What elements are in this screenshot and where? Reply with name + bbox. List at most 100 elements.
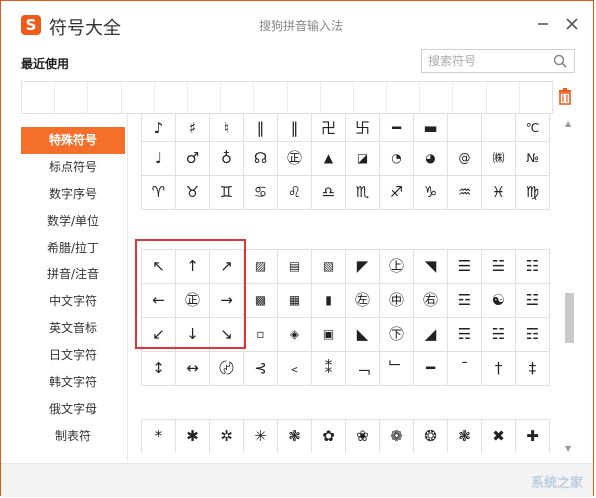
symbol-cell[interactable]: ‖ [244, 114, 278, 142]
symbol-cell[interactable]: ♓ [482, 176, 516, 210]
symbol-cell[interactable]: ♈ [142, 176, 176, 210]
recent-slot[interactable] [188, 82, 222, 113]
symbol-cell[interactable]: ▲ [312, 142, 346, 176]
symbol-cell[interactable]: ◤ [346, 250, 380, 284]
symbol-cell[interactable]: ♍ [516, 176, 550, 210]
symbol-cell[interactable]: ☲ [448, 284, 482, 318]
symbol-cell[interactable]: ‡ [516, 352, 550, 386]
symbol-cell[interactable]: ✖ [482, 420, 516, 453]
symbol-cell[interactable]: ☴ [448, 318, 482, 352]
symbol-cell[interactable]: ↔ [176, 352, 210, 386]
symbol-cell[interactable]: ㊦ [380, 318, 414, 352]
symbol-cell[interactable]: ━ [414, 352, 448, 386]
symbol-cell[interactable]: 卍 [312, 114, 346, 142]
symbol-cell[interactable]: ❀ [346, 420, 380, 453]
symbol-cell[interactable] [448, 114, 482, 142]
symbol-cell[interactable]: ✲ [210, 420, 244, 453]
scroll-down-icon[interactable]: ▼ [565, 444, 571, 453]
sidebar-item-japanese[interactable]: 日文字符 [21, 342, 125, 369]
symbol-cell[interactable]: ▮ [312, 284, 346, 318]
symbol-cell[interactable]: ☵ [482, 318, 516, 352]
symbol-cell[interactable]: ♮ [210, 114, 244, 142]
sidebar-item-pinyin[interactable]: 拼音/注音 [21, 261, 125, 288]
symbol-cell[interactable]: ♪ [142, 114, 176, 142]
recent-slot[interactable] [221, 82, 255, 113]
symbol-cell[interactable]: ☱ [482, 250, 516, 284]
symbol-cell[interactable]: ﹁ [346, 352, 380, 386]
sidebar-item-russian[interactable]: 俄文字母 [21, 396, 125, 423]
recent-slot[interactable] [254, 82, 288, 113]
symbol-cell[interactable]: ▬ [414, 114, 448, 142]
recent-slot[interactable] [453, 82, 487, 113]
symbol-cell[interactable]: ✿ [312, 420, 346, 453]
symbol-cell[interactable]: ❃ [278, 420, 312, 453]
symbol-cell[interactable]: ﹂ [380, 352, 414, 386]
symbol-cell[interactable]: ♩ [142, 142, 176, 176]
symbol-cell[interactable]: ◥ [414, 250, 448, 284]
symbol-cell[interactable]: ☶ [516, 318, 550, 352]
recent-slot[interactable] [155, 82, 188, 113]
symbol-cell[interactable]: ㊥ [380, 284, 414, 318]
symbol-cell[interactable]: № [516, 142, 550, 176]
symbol-cell[interactable]: ♐ [380, 176, 414, 210]
recent-slot[interactable] [88, 82, 122, 113]
recent-slot[interactable] [520, 82, 552, 113]
symbol-cell[interactable]: ℃ [516, 114, 550, 142]
sidebar-item-phonetic[interactable]: 英文音标 [21, 315, 125, 342]
recent-slot[interactable] [55, 82, 89, 113]
symbol-cell[interactable]: ♎ [312, 176, 346, 210]
recent-slot[interactable] [487, 82, 520, 113]
symbol-cell[interactable]: ♉ [176, 176, 210, 210]
symbol-cell[interactable]: ❂ [414, 420, 448, 453]
sidebar-item-box-drawing[interactable]: 制表符 [21, 423, 125, 450]
recent-slot[interactable] [321, 82, 354, 113]
symbol-cell[interactable]: ♊ [210, 176, 244, 210]
symbol-cell[interactable]: ◢ [414, 318, 448, 352]
symbol-cell[interactable]: 卐 [346, 114, 380, 142]
symbol-cell[interactable]: ⁑ [312, 352, 346, 386]
symbol-cell[interactable]: ↕ [142, 352, 176, 386]
symbol-cell[interactable]: ㈱ [482, 142, 516, 176]
sidebar-item-numbers[interactable]: 数字序号 [21, 181, 125, 208]
recent-slot[interactable] [22, 82, 56, 113]
symbol-cell[interactable]: ✳ [244, 420, 278, 453]
symbol-cell[interactable]: ◈ [278, 318, 312, 352]
symbol-cell[interactable]: ▧ [312, 250, 346, 284]
scroll-up-icon[interactable]: ▲ [565, 119, 571, 128]
symbol-cell[interactable]: ◕ [414, 142, 448, 176]
symbol-cell[interactable]: ▨ [244, 250, 278, 284]
recent-slot[interactable] [387, 82, 421, 113]
symbol-cell[interactable]: ☳ [516, 284, 550, 318]
close-button[interactable] [563, 15, 581, 33]
symbol-cell[interactable]: ◣ [346, 318, 380, 352]
recent-slot[interactable] [354, 82, 388, 113]
sidebar-item-chinese[interactable]: 中文字符 [21, 288, 125, 315]
symbol-cell[interactable]: ▩ [244, 284, 278, 318]
symbol-cell[interactable] [482, 114, 516, 142]
symbol-cell[interactable]: ˉ [448, 352, 482, 386]
sidebar-item-special[interactable]: 特殊符号 [21, 127, 125, 154]
scroll-thumb[interactable] [565, 293, 574, 343]
search-icon[interactable] [552, 53, 568, 69]
search-input[interactable] [428, 53, 548, 69]
symbol-cell[interactable]: ☰ [448, 250, 482, 284]
symbol-cell[interactable]: * [142, 420, 176, 453]
sidebar-item-math[interactable]: 数学/单位 [21, 208, 125, 235]
symbol-cell[interactable]: 〄 [210, 352, 244, 386]
symbol-cell[interactable]: ﹤ [278, 352, 312, 386]
symbol-cell[interactable]: ☊ [244, 142, 278, 176]
symbol-cell[interactable]: @ [448, 142, 482, 176]
symbol-cell[interactable]: ♑ [414, 176, 448, 210]
vertical-scrollbar[interactable]: ▲ ▼ [563, 119, 575, 453]
symbol-cell[interactable]: ♌ [278, 176, 312, 210]
symbol-cell[interactable]: ▣ [312, 318, 346, 352]
symbol-cell[interactable]: ♁ [210, 142, 244, 176]
sidebar-item-greek[interactable]: 希腊/拉丁 [21, 235, 125, 262]
minimize-button[interactable] [534, 15, 552, 33]
symbol-cell[interactable]: ☯ [482, 284, 516, 318]
symbol-cell[interactable]: ♋ [244, 176, 278, 210]
symbol-cell[interactable]: ⊰ [244, 352, 278, 386]
symbol-cell[interactable]: ▦ [278, 284, 312, 318]
symbol-cell[interactable]: ♯ [176, 114, 210, 142]
symbol-cell[interactable]: ♂ [176, 142, 210, 176]
